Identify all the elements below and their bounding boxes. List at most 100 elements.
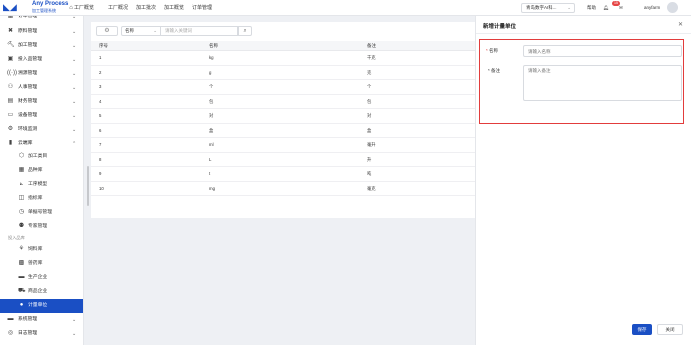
table-row[interactable]: 1 kg 千克 bbox=[91, 51, 475, 66]
sidebar-group-label: 投入品库 bbox=[8, 235, 25, 240]
sidebar-item-hr[interactable]: ⚇ 人事管理 ⌄ bbox=[0, 81, 83, 95]
chevron-down-icon: ⌄ bbox=[72, 16, 77, 20]
save-button[interactable]: 保存 bbox=[632, 324, 652, 335]
name-field[interactable] bbox=[523, 45, 682, 57]
box-icon: ▣ bbox=[7, 56, 14, 62]
sidebar-sub-variety[interactable]: ▦ 品种库 bbox=[0, 164, 83, 178]
logo-title: Any Process bbox=[32, 1, 69, 7]
sidebar-scrollbar[interactable] bbox=[87, 16, 89, 345]
sidebar-item-environment[interactable]: ⚙ 环境监测 ⌄ bbox=[0, 123, 83, 137]
table-row[interactable]: 8L升 bbox=[91, 153, 475, 167]
sidebar-sub-process-model[interactable]: ⟀ 工序模型 bbox=[0, 178, 83, 192]
close-button[interactable]: 关闭 bbox=[657, 324, 683, 335]
sidebar-item-devices[interactable]: ▭ 设备管理 ⌄ bbox=[0, 109, 83, 123]
sidebar-sub-experts[interactable]: ⚉ 专家管理 bbox=[0, 220, 83, 234]
sidebar-item-cloud-library[interactable]: ▮ 云端库 ⌃ bbox=[0, 137, 83, 151]
topnav-item-batch[interactable]: 加工批次 bbox=[136, 4, 156, 12]
chevron-down-icon: ⌄ bbox=[72, 57, 77, 63]
grid-icon: ▦ bbox=[7, 16, 14, 19]
chevron-down-icon: ⌄ bbox=[72, 331, 77, 337]
search-button[interactable]: ⌕ bbox=[238, 26, 252, 36]
user-name[interactable]: anyfarm bbox=[644, 4, 660, 12]
topnav-item-overview[interactable]: ⌂工厂概览 bbox=[68, 4, 94, 12]
topnav-item-orders[interactable]: 订单管理 bbox=[192, 4, 212, 12]
close-icon[interactable]: ✕ bbox=[678, 21, 683, 28]
sidebar-item-finance[interactable]: ▤ 财务管理 ⌄ bbox=[0, 95, 83, 109]
table-row[interactable]: 2g克 bbox=[91, 66, 475, 80]
topnav-item-process[interactable]: 加工概览 bbox=[164, 4, 184, 12]
clock-icon: ◷ bbox=[18, 209, 25, 215]
sidebar-item-processing[interactable]: 🔨︎ 加工管理 ⌄ bbox=[0, 39, 83, 53]
settings-button[interactable]: ⚙ bbox=[96, 26, 118, 36]
org-select[interactable]: 青岛数字AI科... ⌄ bbox=[521, 3, 575, 13]
table-row[interactable]: 3个个 bbox=[91, 80, 475, 95]
bell-icon[interactable]: 🔔︎ bbox=[603, 4, 609, 12]
table-row[interactable]: 9t吨 bbox=[91, 167, 475, 182]
sidebar-sub-feed[interactable]: ⚘ 饲料库 bbox=[0, 243, 83, 257]
sidebar-item-materials[interactable]: ✖ 原料管理 ⌄ bbox=[0, 25, 83, 39]
chevron-down-icon: ⌄ bbox=[72, 317, 77, 323]
chevron-down-icon: ⌄ bbox=[72, 127, 77, 133]
header-name: 名称 bbox=[209, 43, 218, 48]
sidebar-item-logs[interactable]: ◎ 日志管理 ⌄ bbox=[0, 327, 83, 341]
table-row[interactable]: 7 ml 毫升 bbox=[91, 138, 475, 153]
person-icon: ⚇ bbox=[7, 84, 14, 90]
table-row[interactable]: 6盒盒 bbox=[91, 124, 475, 138]
name-label: * 名称 bbox=[486, 48, 499, 53]
log-icon: ◎ bbox=[7, 330, 14, 336]
sidebar-item-orders[interactable]: ▦ 订单管理 ⌄ bbox=[0, 16, 83, 24]
topnav-item-factory[interactable]: 工厂概况 bbox=[108, 4, 128, 12]
chevron-down-icon: ⌄ bbox=[72, 113, 77, 119]
sidebar-item-trace[interactable]: ((·)) 溯源管理 ⌄ bbox=[0, 67, 83, 81]
sidebar-item-inputs[interactable]: ▣ 投入品管理 ⌄ bbox=[0, 53, 83, 67]
help-link[interactable]: 帮助 bbox=[587, 4, 596, 12]
sidebar-sub-producer[interactable]: ▬ 生产企业 bbox=[0, 271, 83, 285]
main-panel: ⚙ 名称 ⌄ 请输入关键词 ⌕ 序号 名称 备注 1 kg 千克 2g克 3个个 4包… bbox=[91, 22, 475, 218]
table-header: 序号 名称 备注 bbox=[91, 41, 475, 51]
gear-icon: ⚙ bbox=[7, 126, 14, 132]
table-icon: ▦ bbox=[18, 167, 25, 173]
header-remark: 备注 bbox=[367, 43, 376, 48]
sidebar-sub-units[interactable]: ● 计量单位 bbox=[0, 299, 83, 313]
divider bbox=[476, 33, 691, 34]
chevron-down-icon: ⌄ bbox=[72, 43, 77, 49]
tag-icon: ◫ bbox=[18, 195, 25, 201]
sidebar-sub-veterinary[interactable]: ▩ 兽药库 bbox=[0, 257, 83, 271]
drawer-title: 新增计量单位 bbox=[483, 24, 517, 30]
avatar[interactable] bbox=[667, 2, 678, 13]
scrollbar-thumb[interactable] bbox=[87, 166, 89, 206]
table-row[interactable]: 4包包 bbox=[91, 95, 475, 109]
top-bar: ◣◢ Any Process 加工管理系统 ⌂工厂概览 工厂概况 加工批次 加工… bbox=[0, 0, 691, 16]
filter-field-select[interactable]: 名称 ⌄ bbox=[121, 26, 161, 36]
factory-icon: ▬ bbox=[18, 274, 25, 280]
sidebar-sub-category[interactable]: ⬡ 加工类目 bbox=[0, 150, 83, 164]
flow-icon: ⟀ bbox=[19, 181, 24, 187]
search-input[interactable]: 请输入关键词 bbox=[161, 26, 238, 36]
unit-form: * 名称 * 备注 bbox=[479, 39, 684, 124]
chevron-down-icon: ⌄ bbox=[72, 85, 77, 91]
table-row[interactable]: 5对对 bbox=[91, 109, 475, 124]
table-row[interactable]: 10 mg 毫克 bbox=[91, 182, 475, 196]
hammer-icon: 🔨︎ bbox=[7, 42, 15, 48]
book-icon: ▮ bbox=[8, 140, 13, 146]
add-unit-drawer: 新增计量单位 ✕ * 名称 * 备注 保存 关闭 bbox=[475, 16, 691, 345]
chevron-down-icon: ⌄ bbox=[72, 29, 77, 35]
logo[interactable]: ◣◢ Any Process 加工管理系统 bbox=[3, 1, 68, 15]
sidebar-sub-indicator[interactable]: ◫ 指标库 bbox=[0, 192, 83, 206]
gear-icon: ⚙ bbox=[104, 28, 110, 34]
sidebar-sub-merchant[interactable]: ⛟ 商品企业 bbox=[0, 285, 83, 299]
mail-icon[interactable]: ✉ bbox=[619, 4, 623, 12]
remark-field[interactable] bbox=[523, 65, 682, 101]
bottle-icon: ▩ bbox=[18, 260, 25, 266]
wallet-icon: ▤ bbox=[7, 98, 14, 104]
header-index: 序号 bbox=[99, 43, 108, 48]
cube-icon: ⬡ bbox=[18, 153, 25, 159]
search-icon: ⌕ bbox=[243, 28, 247, 34]
leaf-icon: ⚘ bbox=[18, 246, 25, 252]
filter-bar: ⚙ 名称 ⌄ 请输入关键词 ⌕ bbox=[91, 22, 475, 40]
chevron-down-icon: ⌄ bbox=[567, 5, 571, 10]
sidebar-sub-document-no[interactable]: ◷ 单据号管理 bbox=[0, 206, 83, 220]
chevron-down-icon: ⌄ bbox=[153, 28, 157, 33]
sidebar-item-system[interactable]: ▬ 系统管理 ⌄ bbox=[0, 313, 83, 327]
logo-subtitle: 加工管理系统 bbox=[32, 8, 56, 13]
